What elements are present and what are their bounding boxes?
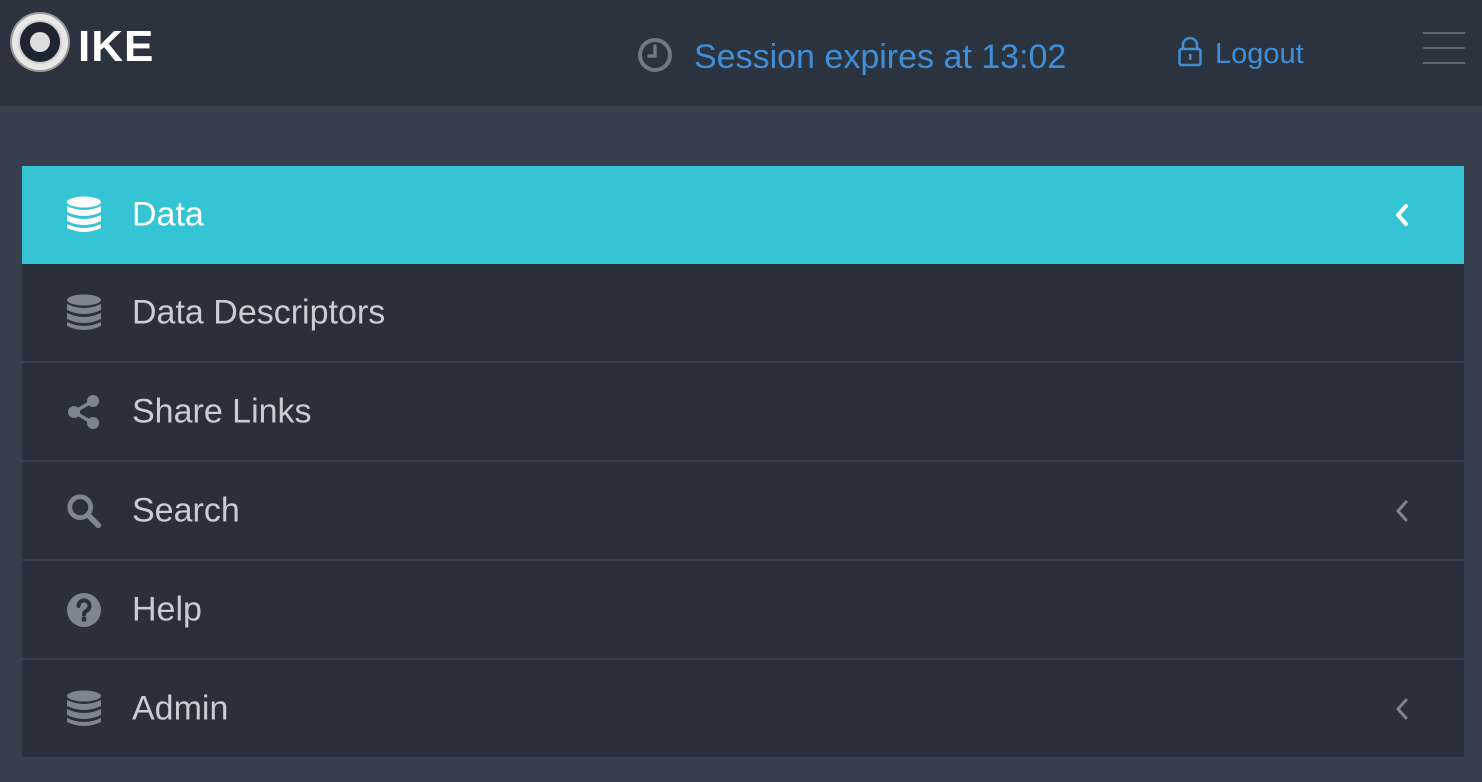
chevron-left-icon[interactable] bbox=[1390, 694, 1414, 724]
clock-icon bbox=[636, 36, 674, 79]
top-navbar: IKE Session expires at 13:02 Logout bbox=[0, 0, 1482, 106]
database-icon bbox=[66, 689, 102, 729]
chevron-left-icon[interactable] bbox=[1390, 496, 1414, 526]
logout-label[interactable]: Logout bbox=[1215, 38, 1304, 71]
menu-item-label: Help bbox=[132, 590, 202, 628]
menu-item-label: Data bbox=[132, 195, 204, 234]
question-circle-icon bbox=[66, 590, 102, 630]
menu-item-label: Data Descriptors bbox=[132, 293, 386, 331]
sidebar-menu: Data Data Descriptors Share Links Search… bbox=[22, 166, 1464, 759]
menu-item-share-links[interactable]: Share Links bbox=[22, 363, 1464, 462]
seal-logo[interactable] bbox=[10, 12, 70, 72]
menu-item-data-descriptors[interactable]: Data Descriptors bbox=[22, 264, 1464, 363]
logout-link[interactable]: Logout bbox=[1177, 34, 1304, 74]
menu-item-admin[interactable]: Admin bbox=[22, 660, 1464, 759]
database-icon bbox=[66, 293, 102, 333]
menu-item-search[interactable]: Search bbox=[22, 462, 1464, 561]
lock-icon bbox=[1177, 36, 1203, 73]
menu-item-help[interactable]: Help bbox=[22, 561, 1464, 660]
hamburger-menu-icon[interactable] bbox=[1423, 30, 1465, 66]
database-icon bbox=[66, 195, 102, 235]
session-expiry-text: Session expires at 13:02 bbox=[694, 37, 1067, 76]
seal-logo-inner bbox=[18, 20, 62, 64]
menu-item-data[interactable]: Data bbox=[22, 166, 1464, 264]
brand-title[interactable]: IKE bbox=[78, 22, 154, 72]
menu-item-label: Admin bbox=[132, 689, 229, 727]
share-icon bbox=[66, 392, 102, 432]
menu-item-label: Share Links bbox=[132, 392, 312, 430]
session-timer: Session expires at 13:02 bbox=[636, 34, 1066, 80]
menu-item-label: Search bbox=[132, 491, 240, 529]
search-icon bbox=[66, 491, 102, 531]
chevron-left-icon[interactable] bbox=[1390, 200, 1414, 230]
